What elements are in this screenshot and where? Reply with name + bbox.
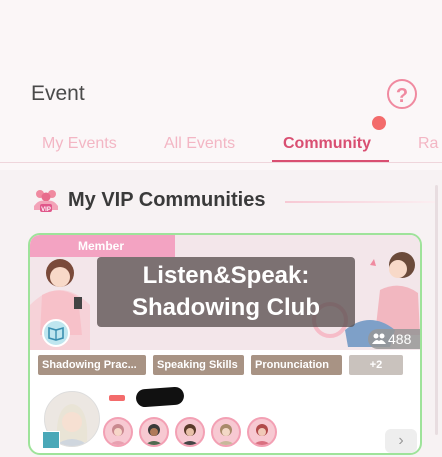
more-tags[interactable]: +2 xyxy=(349,355,403,375)
community-card[interactable]: Member Listen&Speak: Shadowing Club 488 … xyxy=(28,233,422,455)
member-count-value: 488 xyxy=(388,331,412,347)
redacted-name xyxy=(135,386,185,408)
question-icon[interactable]: ? xyxy=(387,79,417,109)
tag-item[interactable]: Shadowing Prac... xyxy=(38,355,146,375)
section-divider xyxy=(285,201,435,203)
tab-community[interactable]: Community xyxy=(283,135,371,153)
member-count: 488 xyxy=(368,329,420,349)
tab-bar: My Events All Events Community Ra xyxy=(0,128,442,162)
tab-all-events[interactable]: All Events xyxy=(164,135,235,153)
tag-item[interactable]: Pronunciation xyxy=(251,355,342,375)
tag-item[interactable]: Speaking Skills xyxy=(153,355,244,375)
member-avatar[interactable] xyxy=(139,417,169,447)
chevron-right-icon[interactable]: › xyxy=(385,429,417,453)
member-avatar[interactable] xyxy=(175,417,205,447)
book-icon xyxy=(42,319,70,347)
member-badge: Member xyxy=(30,235,175,257)
page-title: Event xyxy=(31,82,85,105)
edit-icon[interactable] xyxy=(42,431,60,449)
vip-group-icon: VIP xyxy=(34,190,58,213)
member-avatar[interactable] xyxy=(211,417,241,447)
member-avatar[interactable] xyxy=(103,417,133,447)
tab-my-events[interactable]: My Events xyxy=(42,135,117,153)
tab-ranking[interactable]: Ra xyxy=(418,135,438,153)
tabs-divider xyxy=(0,162,442,163)
community-title: Listen&Speak: Shadowing Club xyxy=(97,257,355,327)
members-icon xyxy=(372,333,386,344)
community-title-line2: Shadowing Club xyxy=(132,294,320,321)
community-banner: Member Listen&Speak: Shadowing Club 488 xyxy=(30,235,420,350)
status-indicator xyxy=(109,395,125,401)
section-title: My VIP Communities xyxy=(68,189,266,211)
top-bar xyxy=(0,0,442,70)
community-title-line1: Listen&Speak: xyxy=(142,262,310,289)
scrollbar[interactable] xyxy=(435,185,438,435)
member-avatar[interactable] xyxy=(247,417,277,447)
svg-text:VIP: VIP xyxy=(41,207,51,213)
